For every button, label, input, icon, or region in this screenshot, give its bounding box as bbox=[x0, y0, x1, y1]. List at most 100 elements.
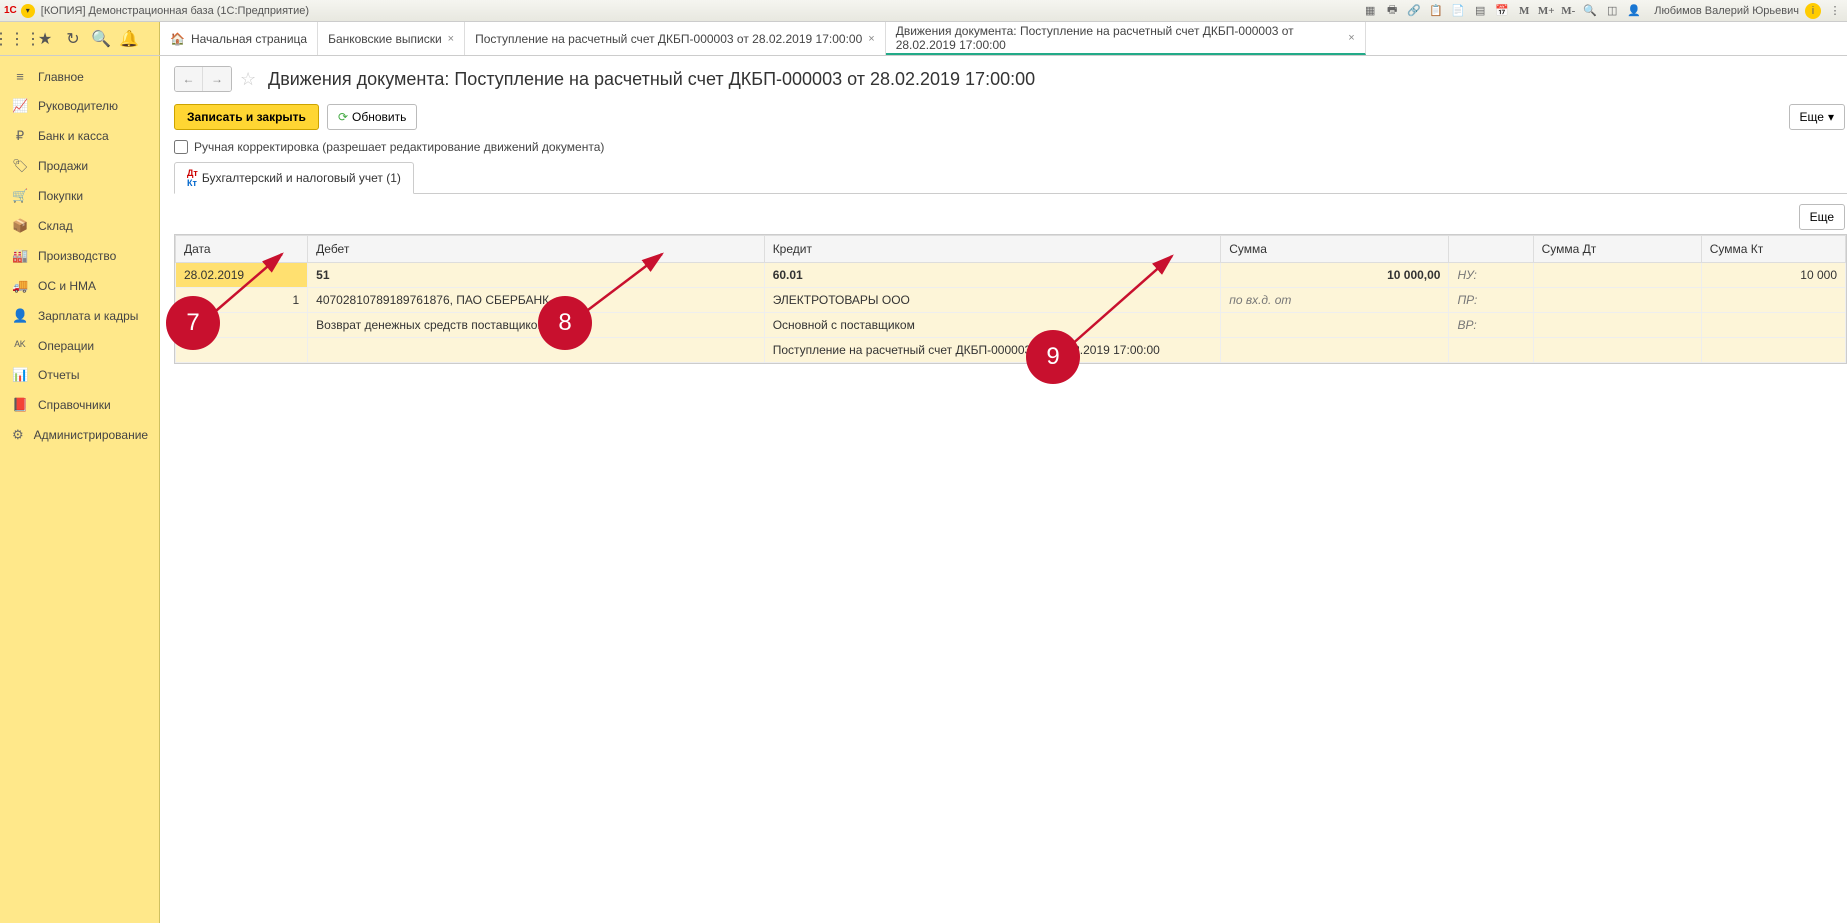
tab-receipt[interactable]: Поступление на расчетный счет ДКБП-00000… bbox=[465, 22, 886, 55]
calendar-icon[interactable]: 📅 bbox=[1494, 3, 1510, 19]
tab-label: Поступление на расчетный счет ДКБП-00000… bbox=[475, 32, 862, 46]
user-name[interactable]: Любимов Валерий Юрьевич bbox=[1654, 5, 1799, 17]
col-sum-dt[interactable]: Сумма Дт bbox=[1533, 236, 1701, 263]
col-debit[interactable]: Дебет bbox=[308, 236, 765, 263]
sidebar-item-manager[interactable]: 📈Руководителю bbox=[0, 91, 159, 121]
sidebar-item-production[interactable]: 🏭Производство bbox=[0, 241, 159, 271]
header-row: ← → ☆ Движения документа: Поступление на… bbox=[174, 66, 1847, 92]
m-minus-button[interactable]: M- bbox=[1560, 3, 1576, 19]
cell-empty bbox=[1701, 313, 1845, 338]
sidebar-item-main[interactable]: ≡ Главное bbox=[0, 62, 159, 91]
grid-wrap: Дата Дебет Кредит Сумма Сумма Дт Сумма К… bbox=[174, 234, 1847, 364]
grid-row-2[interactable]: 1 40702810789189761876, ПАО СБЕРБАНК ЭЛЕ… bbox=[176, 288, 1846, 313]
sidebar-item-sales[interactable]: 🏷Продажи bbox=[0, 151, 159, 181]
dropdown-button[interactable]: ▾ bbox=[21, 4, 35, 18]
more-button-grid[interactable]: Еще bbox=[1799, 204, 1845, 230]
sidebar-item-directories[interactable]: 📕Справочники bbox=[0, 390, 159, 420]
forward-button[interactable]: → bbox=[203, 67, 231, 91]
calc-icon[interactable]: ▤ bbox=[1472, 3, 1488, 19]
apps-icon[interactable]: ⋮⋮⋮ bbox=[4, 26, 30, 52]
history-icon[interactable]: ↻ bbox=[60, 26, 86, 52]
logo-1c-icon: 1C bbox=[4, 5, 17, 16]
grid-header-row: Дата Дебет Кредит Сумма Сумма Дт Сумма К… bbox=[176, 236, 1846, 263]
more-label: Еще bbox=[1800, 110, 1824, 124]
sidebar-item-purchases[interactable]: 🛒Покупки bbox=[0, 181, 159, 211]
col-sum[interactable]: Сумма bbox=[1221, 236, 1449, 263]
refresh-label: Обновить bbox=[352, 110, 406, 124]
m-button[interactable]: M bbox=[1516, 3, 1532, 19]
sidebar-item-label: ОС и НМА bbox=[38, 279, 96, 293]
star-icon[interactable]: ★ bbox=[32, 26, 58, 52]
col-credit[interactable]: Кредит bbox=[764, 236, 1221, 263]
cell-pr: ПР: bbox=[1449, 288, 1533, 313]
search-icon[interactable]: 🔍 bbox=[88, 26, 114, 52]
sidebar-item-bank[interactable]: ₽Банк и касса bbox=[0, 121, 159, 151]
link-icon[interactable]: 🔗 bbox=[1406, 3, 1422, 19]
close-icon[interactable]: × bbox=[868, 33, 874, 45]
more-row: Еще bbox=[174, 204, 1845, 230]
refresh-icon: ⟳ bbox=[338, 110, 348, 124]
favorite-star-icon[interactable]: ☆ bbox=[240, 69, 260, 90]
tab-movements[interactable]: Движения документа: Поступление на расче… bbox=[886, 22, 1366, 55]
sidebar-item-assets[interactable]: 🚚ОС и НМА bbox=[0, 271, 159, 301]
sidebar-item-label: Покупки bbox=[38, 189, 83, 203]
manual-edit-row: Ручная корректировка (разрешает редактир… bbox=[174, 140, 1847, 154]
tab-home[interactable]: 🏠 Начальная страница bbox=[160, 22, 318, 55]
sidebar-item-salary[interactable]: 👤Зарплата и кадры bbox=[0, 301, 159, 331]
doc-tab-accounting[interactable]: ДтКт Бухгалтерский и налоговый учет (1) bbox=[174, 162, 414, 194]
info-icon[interactable]: i bbox=[1805, 3, 1821, 19]
col-date[interactable]: Дата bbox=[176, 236, 308, 263]
sidebar-item-label: Склад bbox=[38, 219, 73, 233]
more-button-top[interactable]: Еще ▾ bbox=[1789, 104, 1845, 130]
grid-icon[interactable]: ▦ bbox=[1362, 3, 1378, 19]
doc-icon[interactable]: 📄 bbox=[1450, 3, 1466, 19]
cell-empty bbox=[176, 338, 308, 363]
close-icon[interactable]: × bbox=[448, 33, 454, 45]
grid-row-3[interactable]: Возврат денежных средств поставщиком Осн… bbox=[176, 313, 1846, 338]
cell-date: 28.02.2019 bbox=[176, 263, 308, 288]
grid-row-1[interactable]: 28.02.2019 51 60.01 10 000,00 НУ: 10 000 bbox=[176, 263, 1846, 288]
accounting-grid: Дата Дебет Кредит Сумма Сумма Дт Сумма К… bbox=[175, 235, 1846, 363]
action-row: Записать и закрыть ⟳ Обновить Еще ▾ bbox=[174, 104, 1847, 130]
cell-num: 1 bbox=[176, 288, 308, 313]
manual-edit-checkbox[interactable] bbox=[174, 140, 188, 154]
zoom-icon[interactable]: 🔍 bbox=[1582, 3, 1598, 19]
cell-vr: ВР: bbox=[1449, 313, 1533, 338]
cell-sum-dt bbox=[1533, 263, 1701, 288]
cell-sum-note: по вх.д. от bbox=[1221, 288, 1449, 313]
m-plus-button[interactable]: M+ bbox=[1538, 3, 1554, 19]
content: ← → ☆ Движения документа: Поступление на… bbox=[160, 56, 1847, 923]
sidebar-item-operations[interactable]: ᴬᴷОперации bbox=[0, 331, 159, 360]
sidebar-item-warehouse[interactable]: 📦Склад bbox=[0, 211, 159, 241]
print-icon[interactable]: 🖶 bbox=[1384, 3, 1400, 19]
bell-icon[interactable]: 🔔 bbox=[116, 26, 142, 52]
window-title: [КОПИЯ] Демонстрационная база (1С:Предпр… bbox=[41, 5, 1362, 17]
grid-row-4[interactable]: Поступление на расчетный счет ДКБП-00000… bbox=[176, 338, 1846, 363]
sidebar-item-reports[interactable]: 📊Отчеты bbox=[0, 360, 159, 390]
sidebar-item-label: Зарплата и кадры bbox=[38, 309, 138, 323]
menu-icon: ≡ bbox=[12, 69, 28, 84]
cell-empty bbox=[1533, 338, 1701, 363]
sidebar-item-label: Главное bbox=[38, 70, 84, 84]
dtkt-mini-icon: ДтКт bbox=[187, 168, 198, 188]
gear-icon: ⚙ bbox=[12, 427, 24, 443]
titlebar-tools: ▦ 🖶 🔗 📋 📄 ▤ 📅 M M+ M- 🔍 ◫ 👤 Любимов Вале… bbox=[1362, 3, 1843, 19]
manual-edit-label: Ручная корректировка (разрешает редактир… bbox=[194, 140, 604, 154]
sidebar-item-label: Операции bbox=[38, 339, 94, 353]
close-icon[interactable]: × bbox=[1348, 32, 1354, 44]
cell-empty bbox=[1221, 338, 1449, 363]
sidebar-item-label: Администрирование bbox=[34, 428, 148, 442]
col-blank[interactable] bbox=[1449, 236, 1533, 263]
clipboard-icon[interactable]: 📋 bbox=[1428, 3, 1444, 19]
tab-bank-statements[interactable]: Банковские выписки × bbox=[318, 22, 465, 55]
back-button[interactable]: ← bbox=[175, 67, 203, 91]
tag-icon: 🏷 bbox=[12, 158, 28, 174]
save-close-button[interactable]: Записать и закрыть bbox=[174, 104, 319, 130]
cell-empty bbox=[1221, 313, 1449, 338]
sidebar-item-admin[interactable]: ⚙ Администрирование bbox=[0, 420, 159, 450]
col-sum-kt[interactable]: Сумма Кт bbox=[1701, 236, 1845, 263]
window-icon[interactable]: ◫ bbox=[1604, 3, 1620, 19]
user-icon: 👤 bbox=[1626, 3, 1642, 19]
refresh-button[interactable]: ⟳ Обновить bbox=[327, 104, 417, 130]
menu-dots-icon[interactable]: ⋮ bbox=[1827, 3, 1843, 19]
